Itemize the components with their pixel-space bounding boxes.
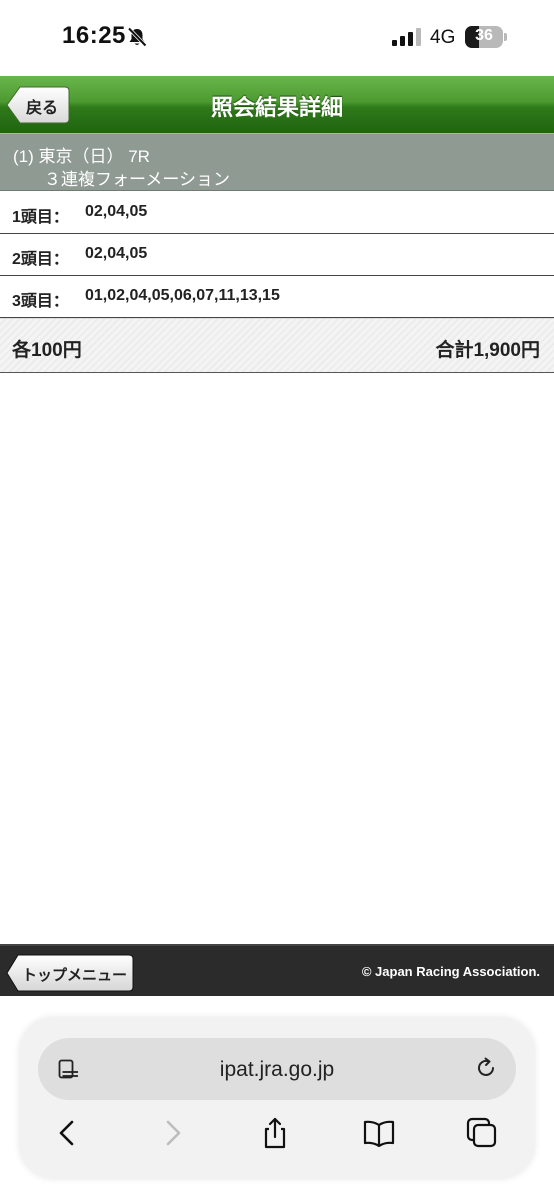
- unit-amount: 各100円: [12, 340, 82, 361]
- browser-panel: ipat.jra.go.jp: [20, 1018, 534, 1178]
- status-time: 16:25: [62, 22, 126, 49]
- forward-chevron-icon[interactable]: [156, 1116, 190, 1150]
- horse-numbers: 01,02,04,05,06,07,11,13,15: [85, 287, 280, 304]
- bet-type: ３連複フォーメーション: [44, 170, 230, 189]
- reload-icon[interactable]: [474, 1056, 498, 1080]
- copyright: © Japan Racing Association.: [361, 964, 540, 979]
- list-item: 3頭目： 01,02,04,05,06,07,11,13,15: [0, 276, 554, 318]
- bet-summary: 各100円 合計1,900円: [0, 318, 554, 373]
- signal-icon: [392, 28, 421, 46]
- browser-toolbar: ipat.jra.go.jp: [0, 996, 554, 1200]
- horse-position-label: 1頭目：: [12, 209, 69, 226]
- list-item: 2頭目： 02,04,05: [0, 234, 554, 276]
- race-name: (1) 東京（日） 7R: [13, 147, 150, 166]
- url-text[interactable]: ipat.jra.go.jp: [38, 1058, 516, 1082]
- battery-icon: 36: [465, 26, 507, 48]
- network-label: 4G: [430, 27, 456, 48]
- battery-level: 36: [475, 27, 493, 44]
- bookmarks-icon[interactable]: [362, 1116, 396, 1150]
- horse-position-label: 2頭目：: [12, 251, 69, 268]
- app-header: 戻る 照会結果詳細: [0, 76, 554, 133]
- top-menu-label: トップメニュー: [22, 967, 128, 984]
- race-info: (1) 東京（日） 7R ３連複フォーメーション: [0, 133, 554, 191]
- status-bar: 16:25 4G 36: [0, 0, 554, 76]
- url-bar[interactable]: ipat.jra.go.jp: [38, 1038, 516, 1100]
- tabs-icon[interactable]: [465, 1116, 499, 1150]
- back-chevron-icon[interactable]: [50, 1116, 84, 1150]
- horse-position-label: 3頭目：: [12, 293, 69, 310]
- bell-slash-icon: [127, 27, 147, 47]
- horse-numbers: 02,04,05: [85, 203, 148, 220]
- footer: トップメニュー © Japan Racing Association.: [0, 944, 554, 996]
- horse-numbers: 02,04,05: [85, 245, 148, 262]
- total-amount: 合計1,900円: [435, 340, 540, 361]
- page-title: 照会結果詳細: [210, 95, 343, 120]
- list-item: 1頭目： 02,04,05: [0, 192, 554, 234]
- share-icon[interactable]: [258, 1116, 292, 1150]
